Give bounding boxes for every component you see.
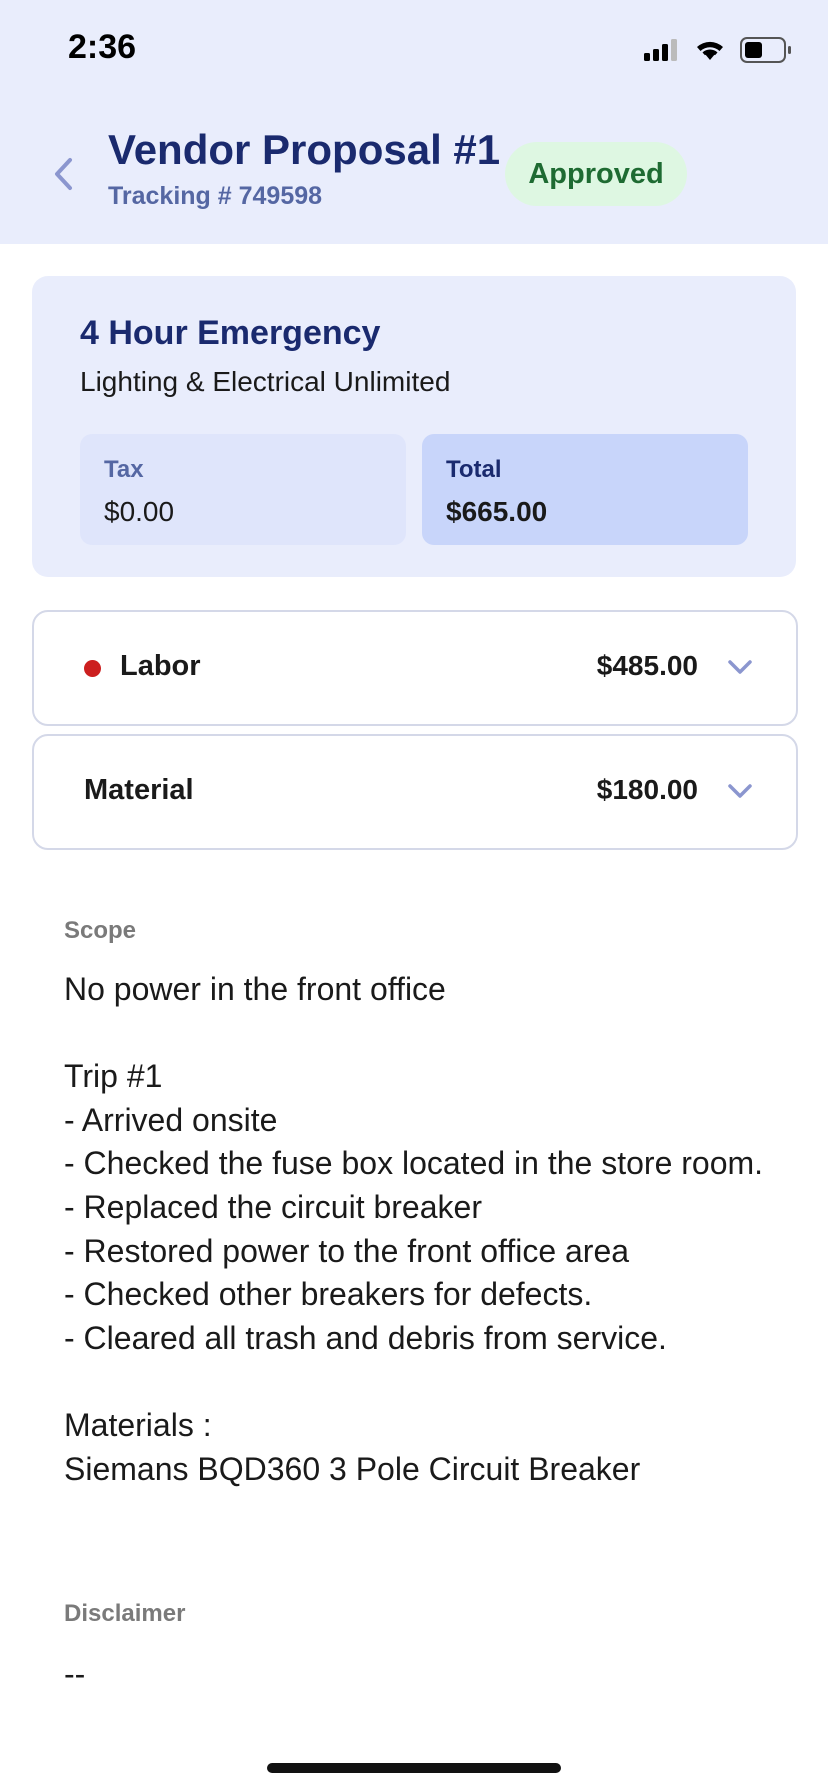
tax-box: Tax $0.00 [80, 434, 406, 545]
disclaimer-text: -- [64, 1656, 86, 1692]
chevron-down-icon[interactable] [726, 656, 754, 678]
line-item-amount: $485.00 [596, 650, 698, 681]
line-item-amount: $180.00 [596, 774, 698, 805]
back-button[interactable] [48, 156, 78, 192]
page-title: Vendor Proposal #1 [108, 126, 501, 173]
tax-label: Tax [104, 456, 144, 483]
proposal-type: 4 Hour Emergency [80, 314, 381, 352]
chevron-left-icon [55, 158, 72, 190]
home-indicator[interactable] [267, 1763, 561, 1773]
wifi-icon [697, 41, 723, 60]
chevron-down-icon[interactable] [726, 780, 754, 802]
battery-icon [740, 37, 791, 63]
line-item-label: Labor [120, 650, 201, 682]
labor-line-item[interactable]: Labor $485.00 [32, 610, 798, 726]
line-item-label: Material [84, 774, 194, 806]
disclaimer-label: Disclaimer [64, 1600, 186, 1627]
scope-text: No power in the front office Trip #1 - A… [64, 971, 764, 1487]
status-icons [644, 36, 792, 64]
scope-label: Scope [64, 917, 137, 944]
status-time: 2:36 [68, 28, 137, 66]
total-value: $665.00 [446, 496, 548, 527]
material-line-item[interactable]: Material $180.00 [32, 734, 798, 850]
proposal-summary-card: 4 Hour Emergency Lighting & Electrical U… [32, 276, 796, 577]
tax-value: $0.00 [104, 496, 175, 527]
status-dot [84, 660, 101, 677]
total-label: Total [446, 456, 502, 483]
vendor-name: Lighting & Electrical Unlimited [80, 366, 451, 397]
status-badge: Approved [505, 142, 687, 206]
tracking-number: Tracking # 749598 [108, 182, 323, 210]
header: 2:36 Vendor Proposal #1 Tracking # 74959… [0, 0, 828, 244]
signal-icon [644, 39, 677, 61]
total-box: Total $665.00 [422, 434, 748, 545]
